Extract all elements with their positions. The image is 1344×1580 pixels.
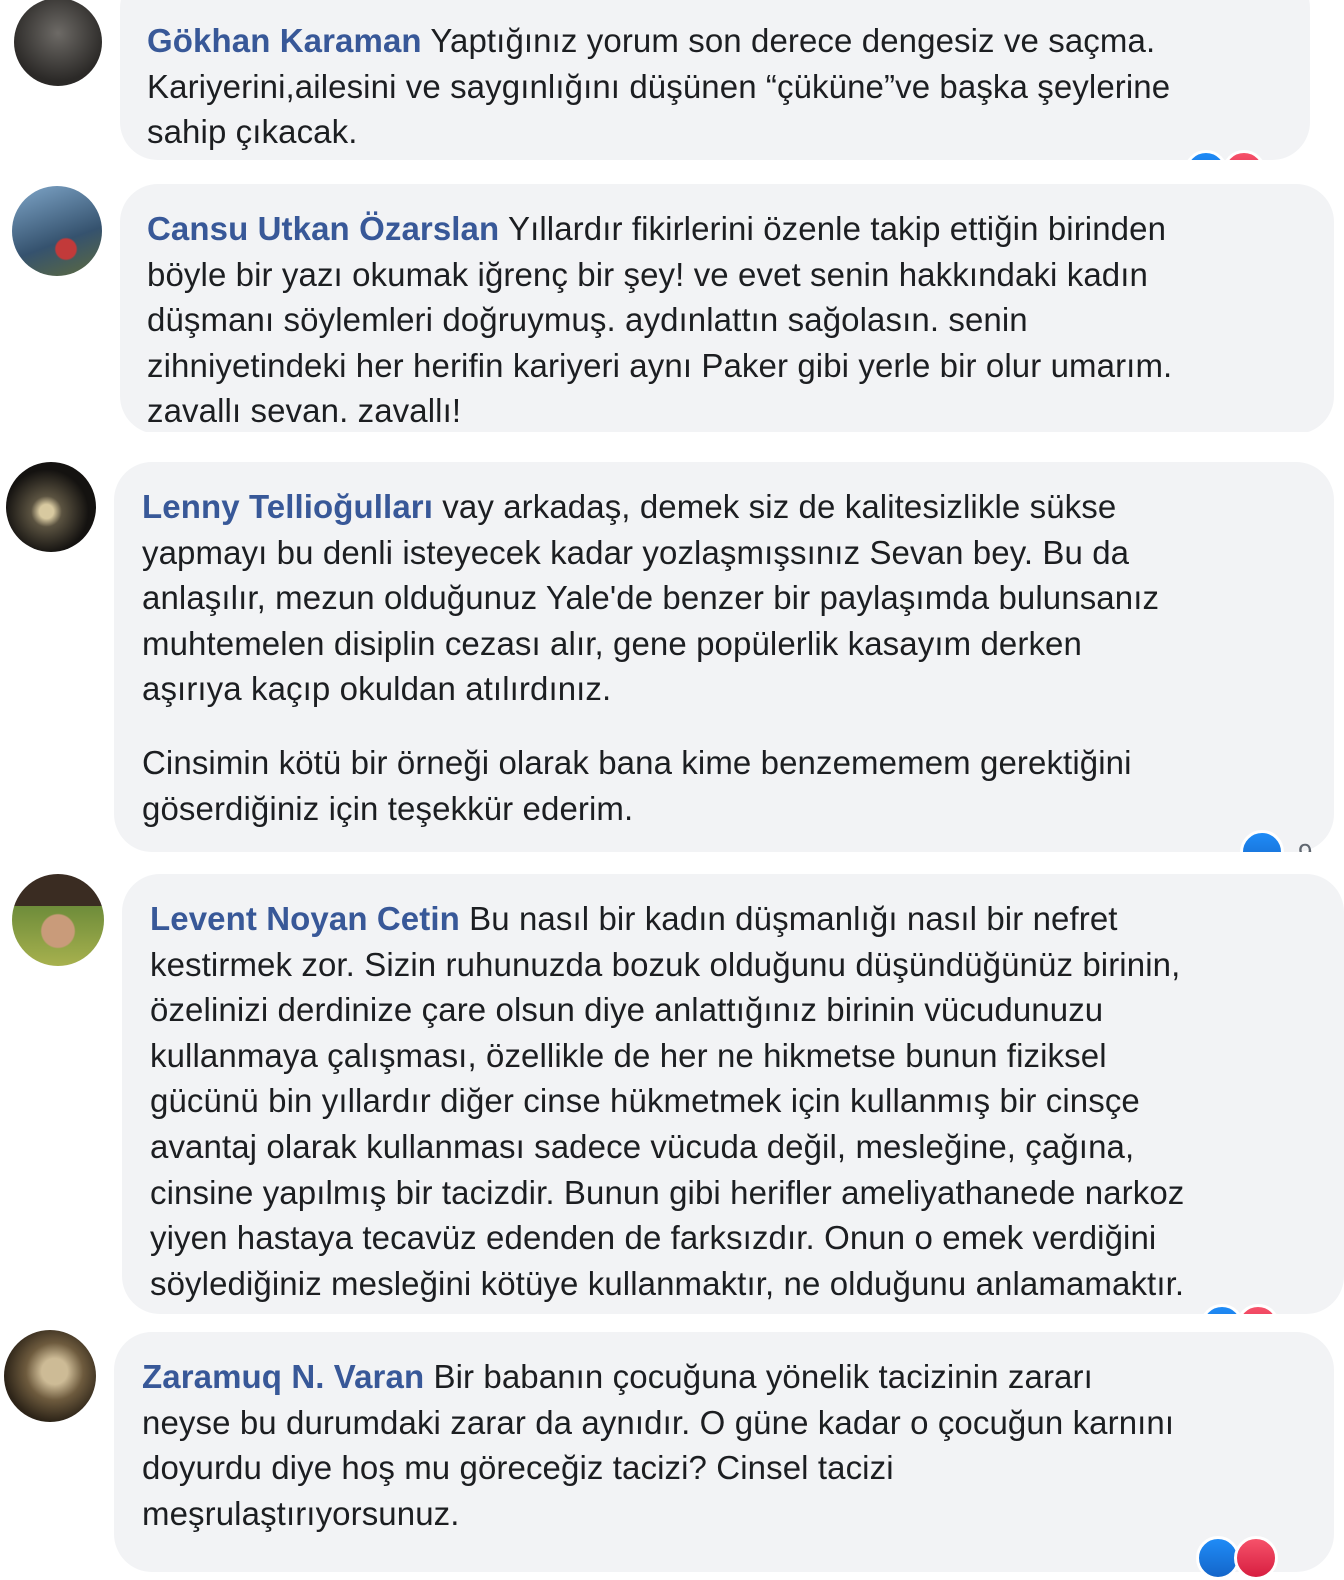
comment-line: aşırıya kaçıp okuldan atılırdınız. [142, 670, 612, 708]
comment-line: Yaptığınız yorum son derece dengesiz ve … [430, 22, 1156, 59]
comment-text: Cansu Utkan Özarslan Yıllardır fikirleri… [147, 206, 1172, 434]
comment-line: söylediğiniz mesleğini kötüye kullanmakt… [150, 1264, 1185, 1302]
comment-line: cinsine yapılmış bir tacizdir. Bunun gib… [150, 1173, 1185, 1211]
comment-line: Bir babanın çocuğuna yönelik tacizinin z… [433, 1358, 1093, 1395]
author-name[interactable]: Cansu Utkan Özarslan [147, 210, 499, 247]
avatar[interactable] [4, 1330, 96, 1422]
comment-3: Lenny Tellioğulları vay arkadaş, demek s… [0, 460, 1344, 874]
author-name[interactable]: Lenny Tellioğulları [142, 488, 433, 525]
comment-line: Bu nasıl bir kadın düşmanlığı nasıl bir … [469, 900, 1118, 937]
comment-line: doyurdu diye hoş mu göreceğiz tacizi? Ci… [142, 1449, 894, 1487]
comment-1: Gökhan Karaman Yaptığınız yorum son dere… [0, 0, 1344, 194]
comment-line: muhtemelen disiplin cezası alır, gene po… [142, 624, 1082, 662]
comment-line: avantaj olarak kullanması sadece vücuda … [150, 1127, 1135, 1165]
comment-line: düşmanı söylemleri doğruymuş. aydınlattı… [147, 301, 1028, 339]
avatar[interactable] [14, 0, 102, 86]
comment-line: yapmayı bu denli isteyecek kadar yozlaşm… [142, 533, 1130, 571]
comment-line: özelinizi derdinize çare olsun diye anla… [150, 991, 1104, 1029]
comment-2: Cansu Utkan Özarslan Yıllardır fikirleri… [0, 184, 1344, 434]
author-name[interactable]: Levent Noyan Cetin [150, 900, 460, 937]
comment-line: meşrulaştırıyorsunuz. [142, 1494, 460, 1532]
avatar[interactable] [12, 186, 102, 276]
comment-line: böyle bir yazı okumak iğrenç bir şey! ve… [147, 255, 1148, 293]
avatar[interactable] [6, 462, 96, 552]
avatar[interactable] [12, 874, 104, 966]
comment-line: gücünü bin yıllardır diğer cinse hükmetm… [150, 1082, 1140, 1120]
comment-text: Lenny Tellioğulları vay arkadaş, demek s… [142, 484, 1159, 831]
comment-line: göserdiğiniz için teşekkür ederim. [142, 789, 634, 827]
comment-text: Gökhan Karaman Yaptığınız yorum son dere… [147, 18, 1170, 155]
comment-line: neyse bu durumdaki zarar da aynıdır. O g… [142, 1403, 1175, 1441]
comment-line: kestirmek zor. Sizin ruhunuzda bozuk old… [150, 945, 1181, 983]
comment-line: zavallı sevan. zavallı! [147, 392, 462, 430]
comment-line: Kariyerini,ailesini ve saygınlığını düşü… [147, 67, 1171, 105]
comment-line: zihniyetindeki her herifin kariyeri aynı… [147, 346, 1173, 384]
comment-line: anlaşılır, mezun olduğunuz Yale'de benze… [142, 579, 1160, 617]
comment-line: sahip çıkacak. [147, 113, 358, 151]
love-reaction-icon[interactable] [1234, 1536, 1278, 1580]
comment-text: Levent Noyan Cetin Bu nasıl bir kadın dü… [150, 896, 1184, 1306]
comment-line: vay arkadaş, demek siz de kalitesizlikle… [442, 488, 1117, 525]
comment-text: Zaramuq N. Varan Bir babanın çocuğuna yö… [142, 1354, 1174, 1536]
comment-4: Levent Noyan Cetin Bu nasıl bir kadın dü… [0, 872, 1344, 1348]
comment-line: Cinsimin kötü bir örneği olarak bana kim… [142, 743, 1132, 781]
comment-line: Yıllardır fikirlerini özenle takip ettiğ… [507, 210, 1167, 247]
author-name[interactable]: Zaramuq N. Varan [142, 1358, 424, 1395]
comment-5: Zaramuq N. Varan Bir babanın çocuğuna yö… [0, 1330, 1344, 1580]
author-name[interactable]: Gökhan Karaman [147, 22, 422, 59]
comment-line: yiyen hastaya tecavüz edenden de farksız… [150, 1219, 1157, 1257]
comment-line: kullanmaya çalışması, özellikle de her n… [150, 1036, 1107, 1074]
